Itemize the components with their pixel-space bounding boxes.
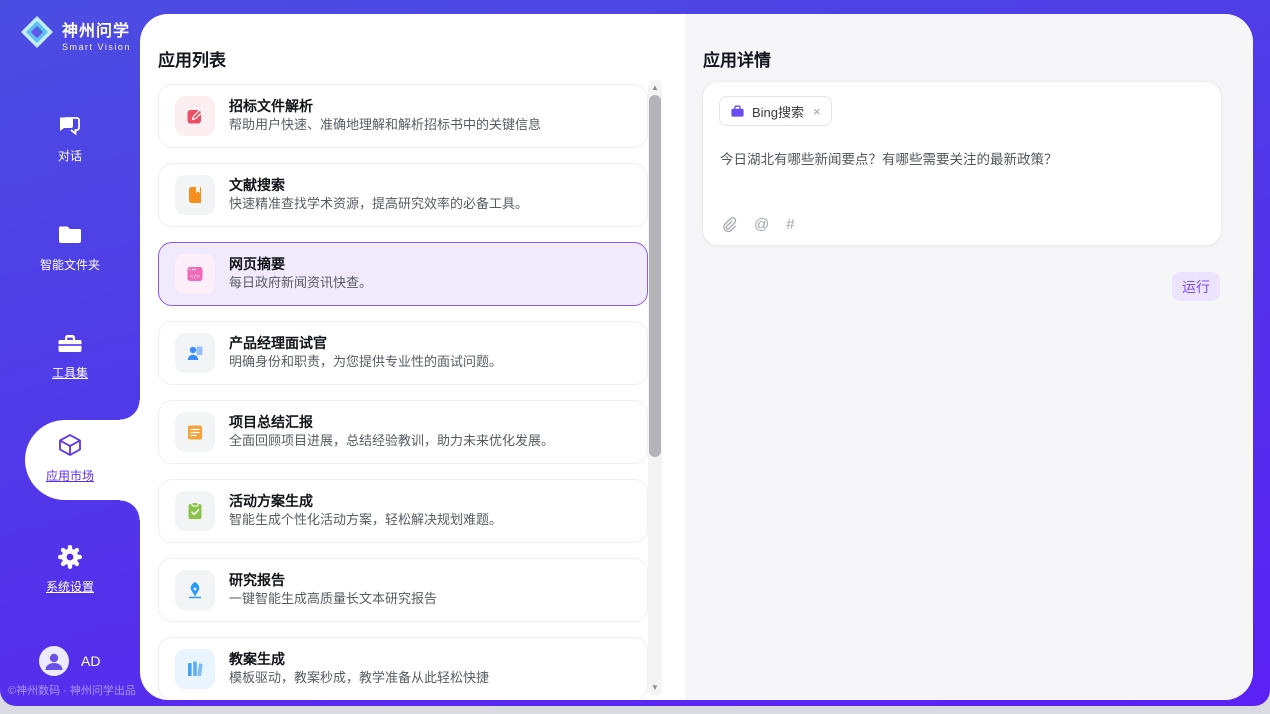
diamond-logo-icon	[19, 14, 55, 55]
prompt-input[interactable]: Bing搜索 × 今日湖北有哪些新闻要点？有哪些需要关注的最新政策？ @ #	[702, 81, 1222, 246]
app-card-web-summary[interactable]: </> 网页摘要 每日政府新闻资讯快查。	[158, 242, 648, 306]
books-icon	[175, 649, 215, 689]
active-item-curve-bottom	[120, 500, 140, 520]
cube-icon	[0, 432, 140, 462]
app-card-desc: 快速精准查找学术资源，提高研究效率的必备工具。	[229, 195, 528, 214]
app-card-desc: 智能生成个性化活动方案，轻松解决规划难题。	[229, 511, 502, 530]
app-card-title: 项目总结汇报	[229, 413, 554, 433]
browser-icon: </>	[175, 254, 215, 294]
run-button[interactable]: 运行	[1172, 272, 1220, 301]
hash-icon[interactable]: #	[786, 217, 794, 232]
app-list-title: 应用列表	[158, 46, 226, 71]
toolbox-icon	[0, 329, 140, 359]
app-card-desc: 全面回顾项目进展，总结经验教训，助力未来优化发展。	[229, 432, 554, 451]
app-card-list: 招标文件解析 帮助用户快速、准确地理解和解析招标书中的关键信息 文献搜索 快速精…	[158, 84, 648, 700]
copyright-footer: ©神州数码 · 神州问学出品	[8, 682, 140, 698]
app-card-lesson-plan[interactable]: 教案生成 模板驱动，教案秒成，教学准备从此轻松快捷	[158, 637, 648, 700]
app-card-title: 产品经理面试官	[229, 334, 502, 354]
report-notes-icon	[175, 412, 215, 452]
app-card-title: 文献搜索	[229, 176, 528, 196]
sidebar-item-toolset[interactable]: 工具集	[0, 329, 140, 382]
sidebar-item-label: 智能文件夹	[40, 256, 100, 273]
app-card-desc: 每日政府新闻资讯快查。	[229, 274, 372, 293]
mention-icon[interactable]: @	[754, 217, 769, 232]
app-card-title: 活动方案生成	[229, 492, 502, 512]
sidebar-item-label: 工具集	[52, 364, 88, 381]
gear-icon	[0, 543, 140, 573]
app-detail-panel: 应用详情 Bing搜索 × 今日湖北有哪些新闻要点？有哪些需要关注的最新政策？	[685, 14, 1253, 700]
sidebar-item-label: 应用市场	[46, 467, 94, 484]
pen-square-icon	[175, 96, 215, 136]
close-icon[interactable]: ×	[813, 104, 821, 119]
sidebar: 神州问学 Smart Vision 对话 智能文件夹	[0, 0, 140, 706]
clipboard-check-icon	[175, 491, 215, 531]
app-list-scrollbar[interactable]: ▲ ▼	[648, 80, 662, 696]
interviewer-icon	[175, 333, 215, 373]
tool-tag-bing-search[interactable]: Bing搜索 ×	[719, 96, 832, 126]
book-icon	[175, 175, 215, 215]
app-card-project-summary[interactable]: 项目总结汇报 全面回顾项目进展，总结经验教训，助力未来优化发展。	[158, 400, 648, 464]
brand-logo: 神州问学 Smart Vision	[19, 14, 131, 55]
svg-text:</>: </>	[190, 274, 201, 280]
scroll-down-icon[interactable]: ▼	[648, 682, 662, 694]
folder-icon	[0, 221, 140, 251]
sidebar-item-label: 对话	[58, 147, 82, 164]
app-detail-title: 应用详情	[703, 46, 771, 71]
sidebar-item-smart-folder[interactable]: 智能文件夹	[0, 221, 140, 274]
app-card-desc: 明确身份和职责，为您提供专业性的面试问题。	[229, 353, 502, 372]
briefcase-icon	[730, 104, 745, 119]
sidebar-item-chat[interactable]: 对话	[0, 112, 140, 165]
user-account[interactable]: AD	[39, 646, 100, 676]
app-card-pm-interviewer[interactable]: 产品经理面试官 明确身份和职责，为您提供专业性的面试问题。	[158, 321, 648, 385]
scroll-up-icon[interactable]: ▲	[648, 82, 662, 94]
chat-icon	[0, 112, 140, 142]
app-card-bid-analysis[interactable]: 招标文件解析 帮助用户快速、准确地理解和解析招标书中的关键信息	[158, 84, 648, 148]
app-card-title: 教案生成	[229, 650, 489, 670]
app-card-research-report[interactable]: 研究报告 一键智能生成高质量长文本研究报告	[158, 558, 648, 622]
avatar	[39, 646, 69, 676]
app-card-title: 招标文件解析	[229, 97, 541, 117]
app-card-literature-search[interactable]: 文献搜索 快速精准查找学术资源，提高研究效率的必备工具。	[158, 163, 648, 227]
app-card-title: 网页摘要	[229, 255, 372, 275]
input-toolbar: @ #	[720, 216, 795, 233]
app-card-desc: 帮助用户快速、准确地理解和解析招标书中的关键信息	[229, 116, 541, 135]
quill-icon	[175, 570, 215, 610]
scrollbar-thumb[interactable]	[649, 95, 661, 457]
app-card-desc: 模板驱动，教案秒成，教学准备从此轻松快捷	[229, 669, 489, 688]
sidebar-item-settings[interactable]: 系统设置	[0, 543, 140, 596]
app-list-panel: 应用列表 招标文件解析 帮助用户快速、准确地理解和解析招标书中的关键信息	[140, 14, 685, 700]
active-item-curve-top	[120, 400, 140, 420]
brand-subtitle: Smart Vision	[62, 42, 131, 52]
app-card-desc: 一键智能生成高质量长文本研究报告	[229, 590, 437, 609]
sidebar-item-app-market[interactable]: 应用市场	[0, 432, 140, 485]
brand-name: 神州问学	[62, 17, 131, 41]
main-content: 应用列表 招标文件解析 帮助用户快速、准确地理解和解析招标书中的关键信息	[140, 14, 1253, 700]
app-card-event-plan[interactable]: 活动方案生成 智能生成个性化活动方案，轻松解决规划难题。	[158, 479, 648, 543]
query-text[interactable]: 今日湖北有哪些新闻要点？有哪些需要关注的最新政策？	[720, 150, 1206, 170]
paperclip-icon[interactable]	[720, 216, 737, 233]
app-frame: 神州问学 Smart Vision 对话 智能文件夹	[0, 0, 1270, 706]
sidebar-item-label: 系统设置	[46, 578, 94, 595]
tool-tag-label: Bing搜索	[752, 102, 804, 121]
user-initials: AD	[81, 653, 100, 669]
app-card-title: 研究报告	[229, 571, 437, 591]
